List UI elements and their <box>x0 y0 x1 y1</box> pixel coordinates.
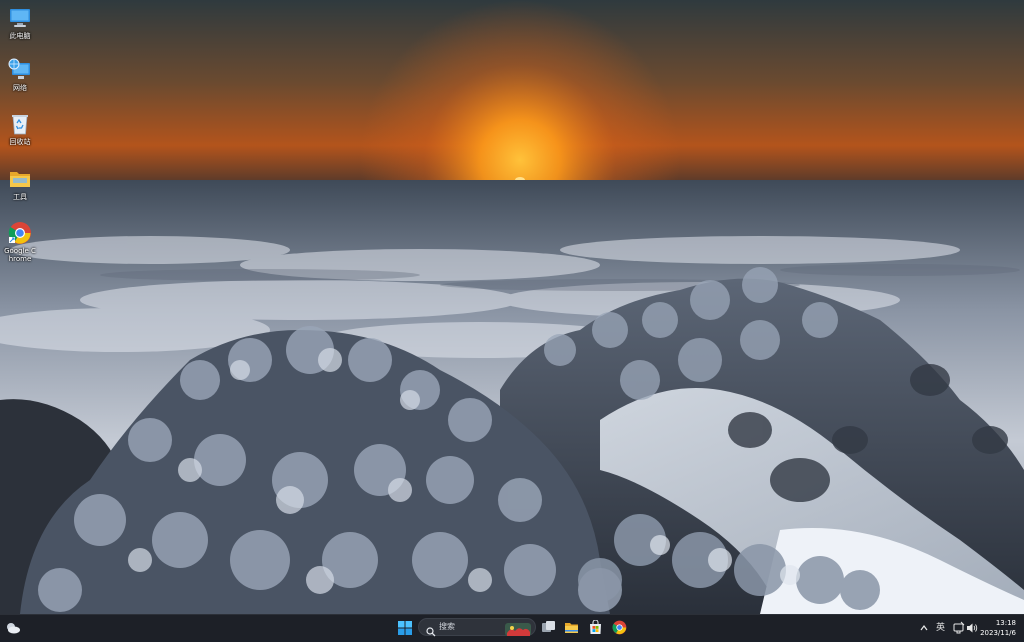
microsoft-store-button[interactable] <box>588 619 604 636</box>
recycle-bin-icon <box>8 112 32 136</box>
desktop-wallpaper <box>0 0 1024 614</box>
desktop-icon-label: 此电脑 <box>9 32 31 40</box>
clock-time: 13:18 <box>995 619 1016 627</box>
desktop-icon-label: Google Chrome <box>4 247 36 263</box>
microsoft-store-icon <box>590 619 601 634</box>
desktop-icon-network[interactable]: 网络 <box>2 58 38 92</box>
weather-widget-icon[interactable] <box>5 620 21 636</box>
clock-date: 2023/11/6 <box>980 629 1016 637</box>
search-placeholder: 搜索 <box>439 622 455 631</box>
show-hidden-icons-button[interactable] <box>919 620 929 636</box>
task-view-button[interactable] <box>541 620 557 636</box>
desktop-icon-label: 网络 <box>13 84 27 92</box>
file-explorer-button[interactable] <box>564 620 580 636</box>
chevron-up-icon <box>920 625 928 631</box>
taskbar-clock[interactable]: 13:18 2023/11/6 <box>980 618 1016 638</box>
start-icon <box>398 621 412 635</box>
chrome-icon <box>8 221 32 245</box>
input-language-indicator[interactable]: 英 <box>936 620 945 636</box>
folder-icon <box>8 167 32 191</box>
volume-icon[interactable] <box>966 620 978 636</box>
file-explorer-icon <box>565 623 578 633</box>
search-icon <box>426 622 436 637</box>
wallpaper-image <box>0 0 1024 614</box>
start-button[interactable] <box>398 620 414 636</box>
taskbar-search-box[interactable]: 搜索 <box>418 618 536 637</box>
desktop-icon-label: 工具 <box>13 193 27 201</box>
task-view-icon <box>542 621 555 632</box>
desktop-icon-recycle-bin[interactable]: 回收站 <box>2 112 38 146</box>
this-pc-icon <box>8 6 32 30</box>
chrome-icon <box>612 620 627 635</box>
taskbar: 搜索 英 13:18 2023/11/6 <box>0 614 1024 640</box>
network-icon <box>8 58 32 82</box>
chrome-taskbar-button[interactable] <box>612 620 628 636</box>
search-highlight-art-icon <box>505 621 531 636</box>
network-status-icon[interactable] <box>953 620 965 636</box>
desktop-icon-this-pc[interactable]: 此电脑 <box>2 6 38 40</box>
desktop-icon-tools-folder[interactable]: 工具 <box>2 167 38 201</box>
desktop-icon-label: 回收站 <box>9 138 31 146</box>
desktop-icon-google-chrome[interactable]: Google Chrome <box>2 221 38 263</box>
